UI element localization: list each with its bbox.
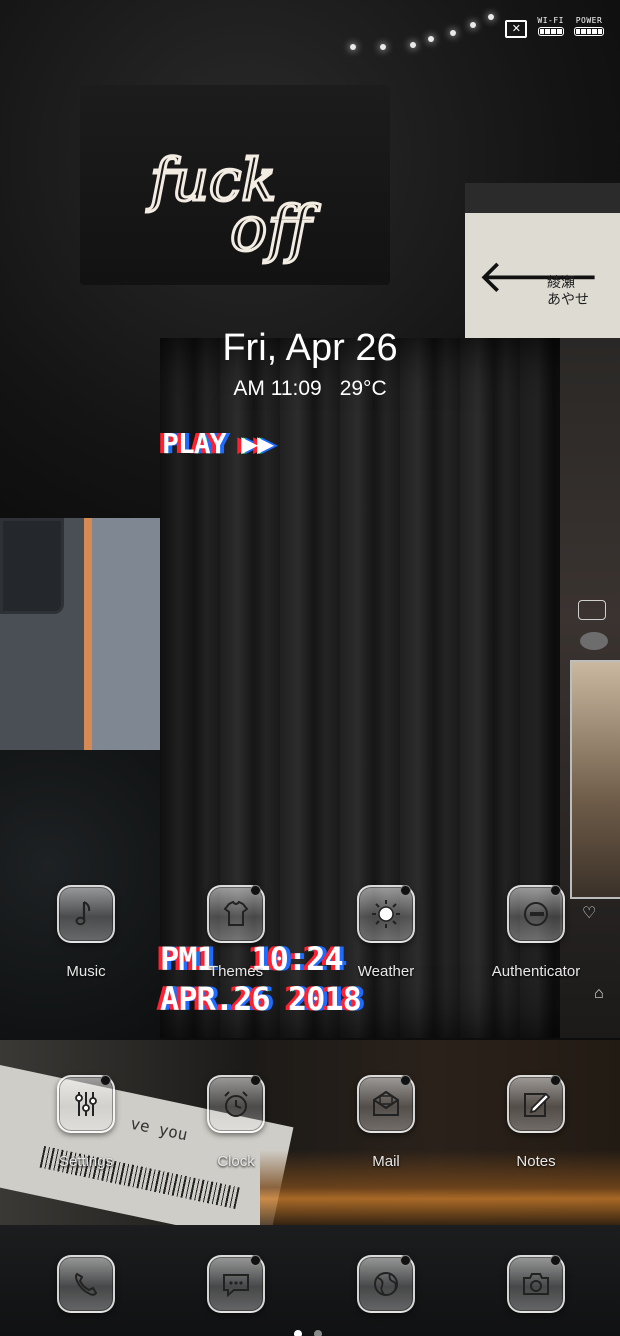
app-clock[interactable]: Clock xyxy=(176,1075,296,1170)
app-label: Authenticator xyxy=(491,963,581,980)
sign-kana: あやせ xyxy=(547,292,589,308)
battery-bars xyxy=(574,27,604,36)
mail-icon xyxy=(357,1075,415,1133)
widget-temperature: 29°C xyxy=(339,377,387,400)
status-bar: ✕ WI-FI POWER xyxy=(505,16,604,38)
app-settings[interactable]: Settings xyxy=(26,1075,146,1170)
page-indicator[interactable] xyxy=(294,1330,322,1336)
side-dot xyxy=(580,632,608,650)
app-label: Music xyxy=(66,963,106,980)
message-icon xyxy=(207,1255,265,1313)
app-label: Clock xyxy=(217,1153,255,1170)
ceiling-lights xyxy=(300,10,520,60)
home-screen: fuck off 🡐 綾瀬 あやせ ve you ♡ ⌂ ✕ WI-FI POW… xyxy=(0,0,620,1336)
play-arrow-icon: ▶▶ xyxy=(225,427,274,460)
authenticator-icon xyxy=(507,885,565,943)
lamp-photo-frame xyxy=(570,660,620,899)
app-authenticator[interactable]: Authenticator xyxy=(476,885,596,980)
wifi-indicator: WI-FI xyxy=(537,16,564,36)
sliders-icon xyxy=(57,1075,115,1133)
glitch-clock-date: APR.26 2018 xyxy=(160,980,362,1018)
dock-browser[interactable] xyxy=(326,1255,446,1313)
neon-word-2: off xyxy=(230,192,320,265)
play-label: PLAY xyxy=(162,427,226,460)
app-mail[interactable]: Mail xyxy=(326,1075,446,1170)
note-pencil-icon xyxy=(507,1075,565,1133)
power-indicator: POWER xyxy=(574,16,604,36)
phone-icon xyxy=(57,1255,115,1313)
widget-time-temp: AM 11:09 29°C xyxy=(160,377,460,401)
home-icon: ⌂ xyxy=(594,985,604,1002)
station-sign-text: 綾瀬 あやせ xyxy=(547,275,589,309)
app-label: Themes xyxy=(208,963,264,980)
train-window xyxy=(0,518,64,614)
app-label: Weather xyxy=(357,963,415,980)
app-notes[interactable]: Notes xyxy=(476,1075,596,1170)
train-door-photo xyxy=(0,518,160,753)
music-note-icon xyxy=(57,885,115,943)
app-music[interactable]: Music xyxy=(26,885,146,980)
dock-messages[interactable] xyxy=(176,1255,296,1313)
camera-icon xyxy=(507,1255,565,1313)
power-label: POWER xyxy=(575,16,603,25)
page-dot-active[interactable] xyxy=(294,1330,302,1336)
app-label: Settings xyxy=(58,1153,114,1170)
page-dot[interactable] xyxy=(314,1330,322,1336)
app-weather[interactable]: Weather xyxy=(326,885,446,980)
dock-camera[interactable] xyxy=(476,1255,596,1313)
alarm-clock-icon xyxy=(207,1075,265,1133)
station-sign-photo: 🡐 綾瀬 あやせ xyxy=(465,183,620,338)
tshirt-icon xyxy=(207,885,265,943)
date-weather-widget[interactable]: Fri, Apr 26 AM 11:09 29°C xyxy=(160,325,460,401)
dock-phone[interactable] xyxy=(26,1255,146,1313)
wifi-label: WI-FI xyxy=(537,16,564,25)
widget-time: AM 11:09 xyxy=(233,377,322,400)
camera-outline-icon xyxy=(578,600,606,620)
close-box-icon: ✕ xyxy=(505,20,528,38)
play-glitch-text[interactable]: PLAY ▶▶ xyxy=(162,427,274,460)
browser-globe-icon xyxy=(357,1255,415,1313)
app-label: Mail xyxy=(372,1153,400,1170)
sign-kanji: 綾瀬 xyxy=(547,275,575,291)
sun-icon xyxy=(357,885,415,943)
app-themes[interactable]: Themes xyxy=(176,885,296,980)
neon-sign-art: fuck off xyxy=(145,145,322,267)
widget-date: Fri, Apr 26 xyxy=(222,327,398,369)
wifi-bars xyxy=(537,27,564,36)
app-label: Notes xyxy=(516,1153,556,1170)
neon-sign-photo: fuck off xyxy=(80,85,390,285)
